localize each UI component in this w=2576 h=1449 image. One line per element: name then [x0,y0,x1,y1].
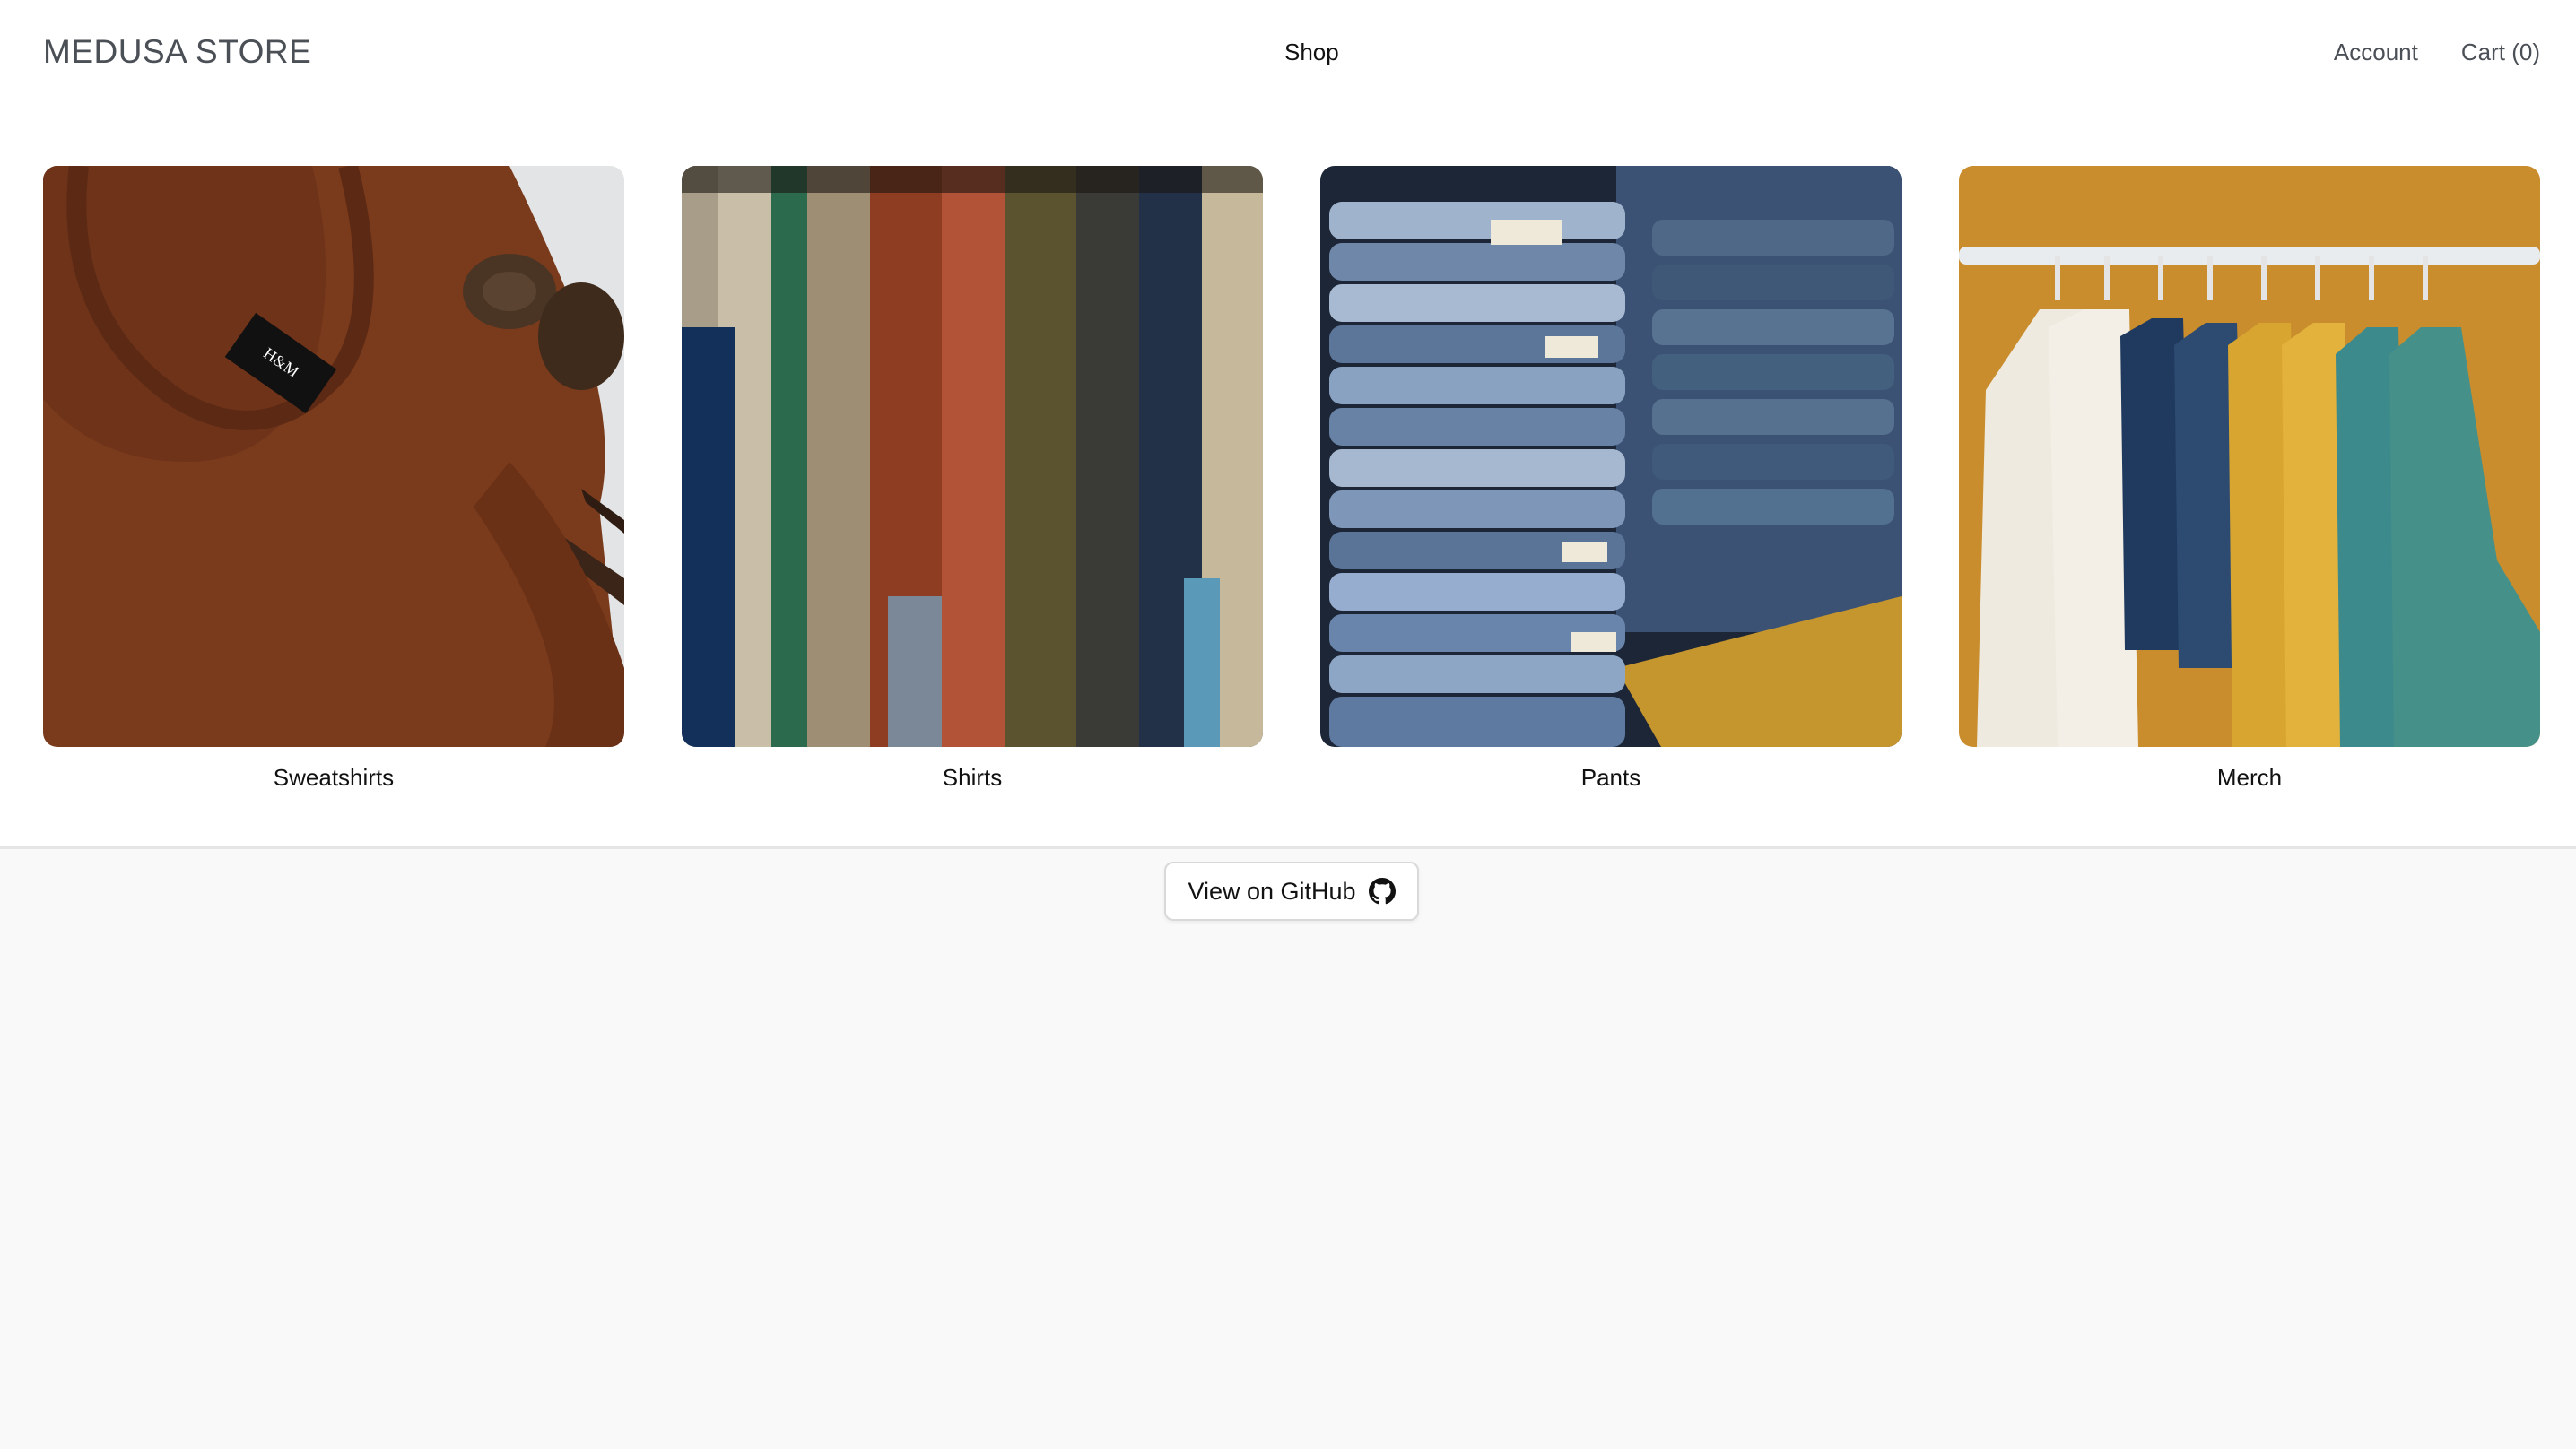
hanging-tees-photo[interactable] [1959,166,2540,747]
sweatshirt-photo[interactable]: H&M [43,166,624,747]
category-label-pants[interactable]: Pants [1581,761,1641,794]
cart-link[interactable]: Cart (0) [2461,36,2540,68]
shirts-rack-photo[interactable] [682,166,1263,747]
site-footer: View on GitHub [0,846,2576,1449]
category-card-pants[interactable]: Pants [1320,166,1902,794]
category-label-shirts[interactable]: Shirts [943,761,1002,794]
jeans-stack-photo[interactable] [1320,166,1902,747]
category-label-merch[interactable]: Merch [2217,761,2282,794]
category-card-merch[interactable]: Merch [1959,166,2540,794]
header-actions: Account Cart (0) [2334,36,2540,68]
store-logo[interactable]: MEDUSA STORE [43,30,311,74]
github-icon [1368,878,1396,905]
category-label-sweatshirts[interactable]: Sweatshirts [274,761,394,794]
account-link[interactable]: Account [2334,36,2418,68]
site-header: MEDUSA STORE Shop Account Cart (0) [0,0,2576,106]
category-grid: H&M Sweatshirts Shirts Pants Merch [43,166,2540,794]
nav-shop-link[interactable]: Shop [1284,36,1339,68]
category-card-shirts[interactable]: Shirts [682,166,1263,794]
category-card-sweatshirts[interactable]: H&M Sweatshirts [43,166,624,794]
github-button-label: View on GitHub [1188,877,1356,905]
view-on-github-button[interactable]: View on GitHub [1164,862,1419,921]
